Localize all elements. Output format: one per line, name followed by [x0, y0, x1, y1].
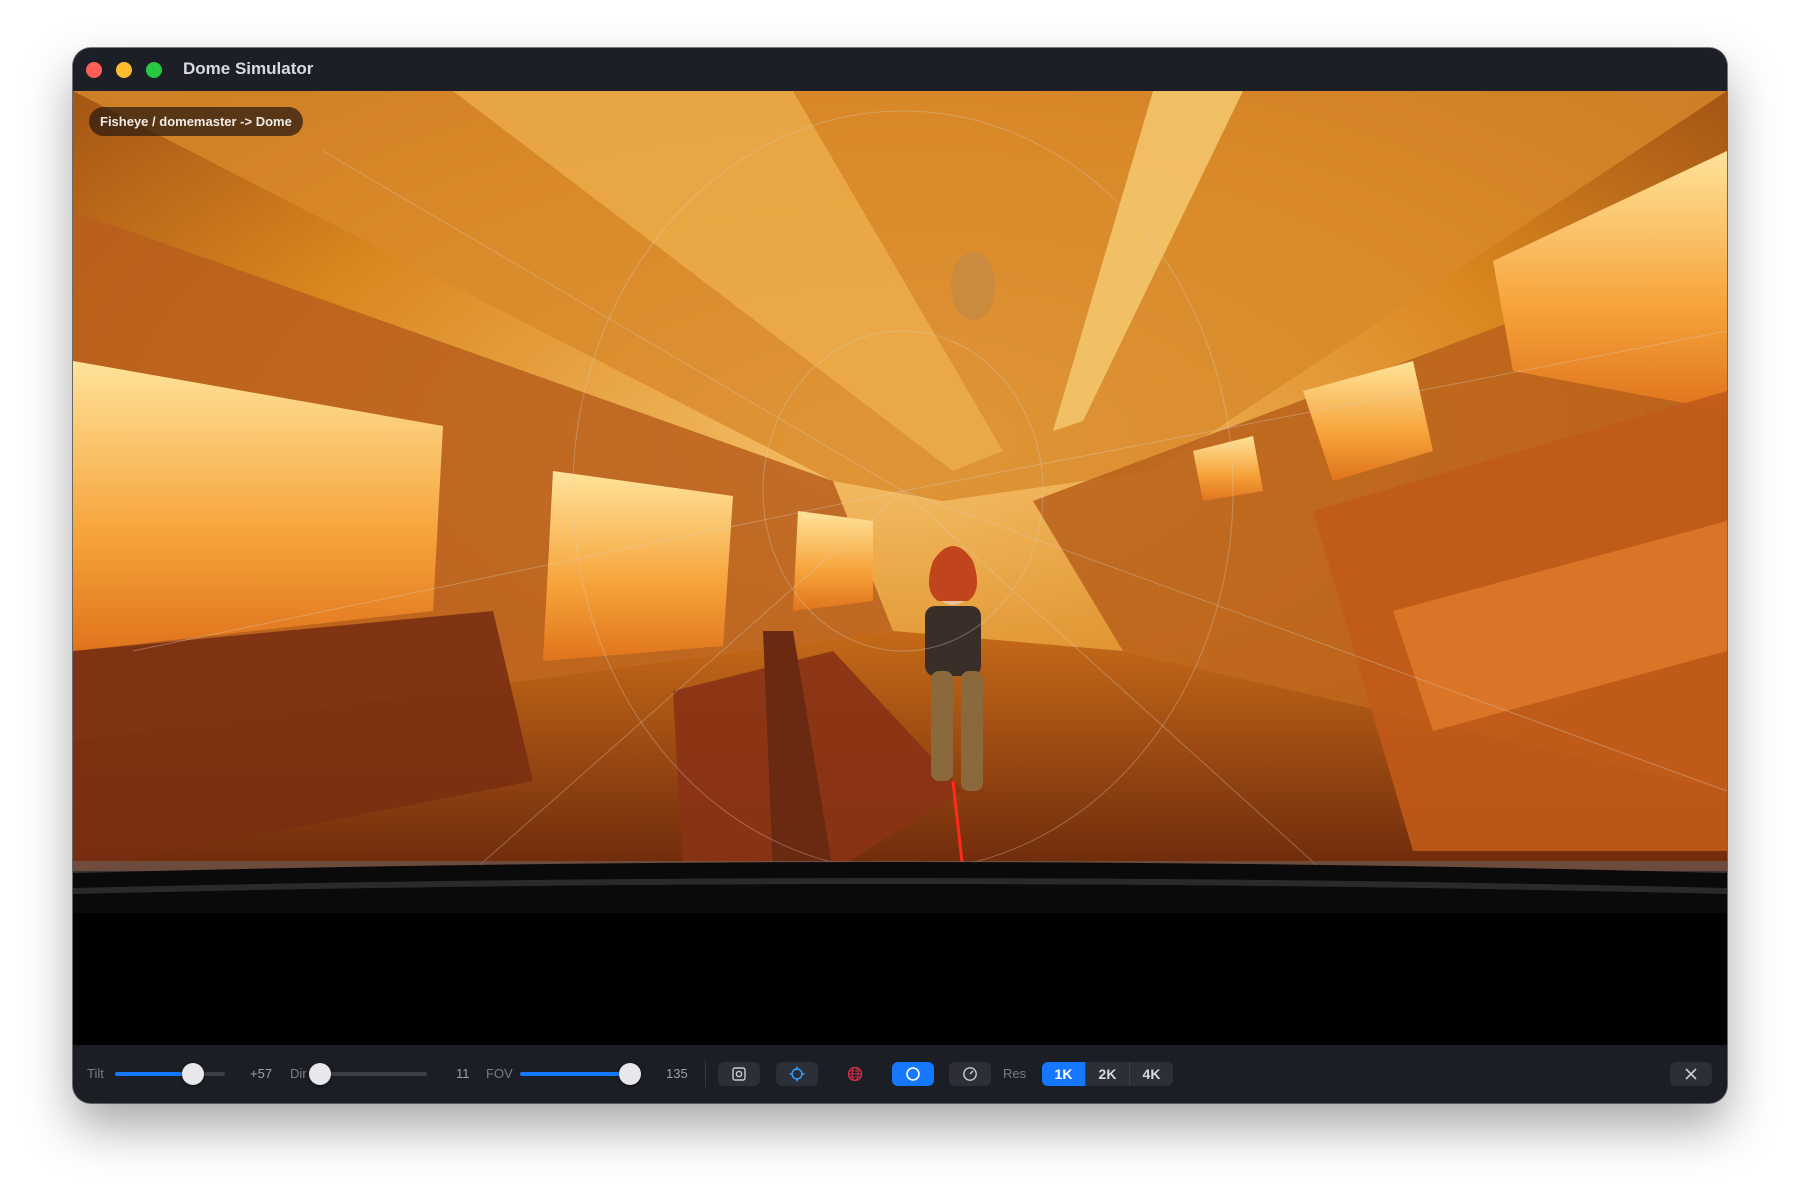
fov-slider[interactable]: [520, 1063, 641, 1085]
window-title: Dome Simulator: [183, 59, 314, 78]
res-label: Res: [1003, 1066, 1027, 1081]
window-minimize-button[interactable]: [116, 62, 132, 78]
gauge-icon: [963, 1067, 977, 1081]
dir-label: Dir: [290, 1066, 307, 1081]
projection-mode-badge: Fisheye / domemaster -> Dome: [89, 107, 303, 136]
res-option-1k[interactable]: 1K: [1042, 1062, 1086, 1086]
dir-slider[interactable]: [309, 1063, 427, 1085]
dome-mode-button[interactable]: [892, 1062, 934, 1086]
tilt-slider[interactable]: [115, 1063, 225, 1085]
res-option-4k[interactable]: 4K: [1130, 1062, 1173, 1086]
close-icon: [1685, 1068, 1697, 1080]
crosshair-icon: [789, 1066, 805, 1082]
res-option-2k[interactable]: 2K: [1086, 1062, 1130, 1086]
window-maximize-button[interactable]: [146, 62, 162, 78]
dir-slider-thumb[interactable]: [309, 1063, 332, 1085]
grid-button[interactable]: [834, 1062, 876, 1086]
title-bar[interactable]: Dome Simulator: [73, 48, 1727, 91]
tilt-label: Tilt: [87, 1066, 104, 1081]
window-close-button[interactable]: [86, 62, 102, 78]
globe-grid-icon: [847, 1066, 863, 1082]
crosshair-button[interactable]: [776, 1062, 818, 1086]
speed-button[interactable]: [949, 1062, 991, 1086]
app-window: Dome Simulator Fisheye / domemaster -> D…: [73, 48, 1727, 1103]
fov-label: FOV: [486, 1066, 513, 1081]
circle-icon: [906, 1067, 920, 1081]
tilt-slider-thumb[interactable]: [182, 1063, 205, 1085]
dome-render: [73, 91, 1727, 913]
close-button[interactable]: [1670, 1062, 1712, 1086]
fov-slider-thumb[interactable]: [619, 1063, 641, 1085]
screenshot-icon: [732, 1067, 746, 1081]
controls-toolbar: Tilt +57 Dir 11 FOV 135 Res 1K 2K 4K: [73, 1045, 1727, 1103]
fov-value: 135: [666, 1066, 688, 1081]
dome-viewport[interactable]: Fisheye / domemaster -> Dome: [73, 91, 1727, 913]
dir-value: 11: [456, 1066, 470, 1081]
fov-slider-fill: [520, 1072, 630, 1076]
toolbar-separator: [705, 1061, 706, 1087]
tilt-value: +57: [250, 1066, 273, 1081]
resolution-selector: 1K 2K 4K: [1042, 1062, 1173, 1086]
screenshot-button[interactable]: [718, 1062, 760, 1086]
